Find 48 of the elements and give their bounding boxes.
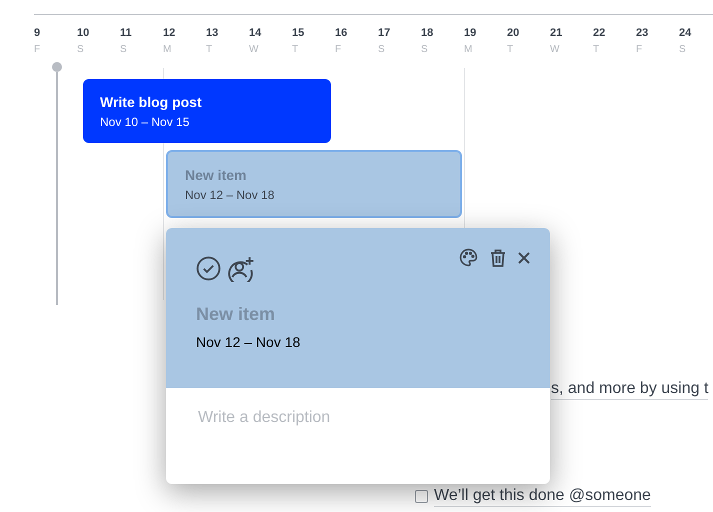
weekday-label: S — [679, 44, 686, 56]
weekday-label: S — [77, 44, 84, 56]
weekday-label: S — [378, 44, 385, 56]
day-number: 14 — [249, 26, 262, 40]
day-number: 21 — [550, 26, 562, 40]
item-dates: Nov 10 – Nov 15 — [100, 114, 190, 130]
add-person-icon[interactable] — [227, 256, 255, 282]
weekday-label: T — [292, 44, 298, 56]
day-number: 13 — [206, 26, 218, 40]
checkbox[interactable] — [415, 490, 428, 503]
check-circle-icon[interactable] — [196, 256, 221, 281]
task-text: We’ll get this done @someone — [434, 486, 651, 507]
weekday-label: T — [593, 44, 600, 56]
item-title: Write blog post — [100, 92, 203, 110]
description-field[interactable]: Write a description — [198, 406, 518, 430]
weekday-label: M — [464, 44, 472, 56]
day-number: 9 — [34, 26, 40, 40]
timeline-item[interactable]: Write blog post Nov 10 – Nov 15 — [83, 79, 331, 143]
day-number: 10 — [77, 26, 90, 40]
weekday-label: F — [34, 44, 40, 56]
weekday-label: W — [550, 44, 560, 56]
day-number: 16 — [335, 26, 348, 40]
note-text: s, and more by using t — [551, 379, 708, 400]
item-dates: Nov 12 – Nov 18 — [185, 188, 276, 202]
timeline-item[interactable]: New item Nov 12 – Nov 18 — [166, 150, 462, 218]
weekday-label: T — [507, 44, 514, 56]
item-title: New item — [185, 166, 248, 184]
day-number: 24 — [679, 26, 692, 40]
weekday-label: F — [335, 44, 342, 56]
weekday-label: M — [163, 44, 172, 56]
item-dates[interactable]: Nov 12 – Nov 18 — [196, 332, 520, 353]
weekday-label: F — [636, 44, 642, 56]
weekday-label: S — [120, 44, 127, 56]
day-number: 23 — [636, 26, 648, 40]
day-number: 20 — [507, 26, 520, 40]
trash-icon[interactable] — [490, 248, 506, 266]
day-number: 19 — [464, 26, 476, 40]
weekday-label: W — [249, 44, 258, 56]
day-number: 12 — [163, 26, 176, 40]
palette-icon[interactable] — [459, 248, 478, 267]
day-number: 22 — [593, 26, 606, 40]
day-number: 11 — [120, 26, 132, 40]
weekday-label: T — [206, 44, 212, 56]
close-icon[interactable] — [518, 252, 530, 264]
day-number: 18 — [421, 26, 434, 40]
day-number: 17 — [378, 26, 390, 40]
weekday-label: S — [421, 44, 428, 56]
day-number: 15 — [292, 26, 304, 40]
